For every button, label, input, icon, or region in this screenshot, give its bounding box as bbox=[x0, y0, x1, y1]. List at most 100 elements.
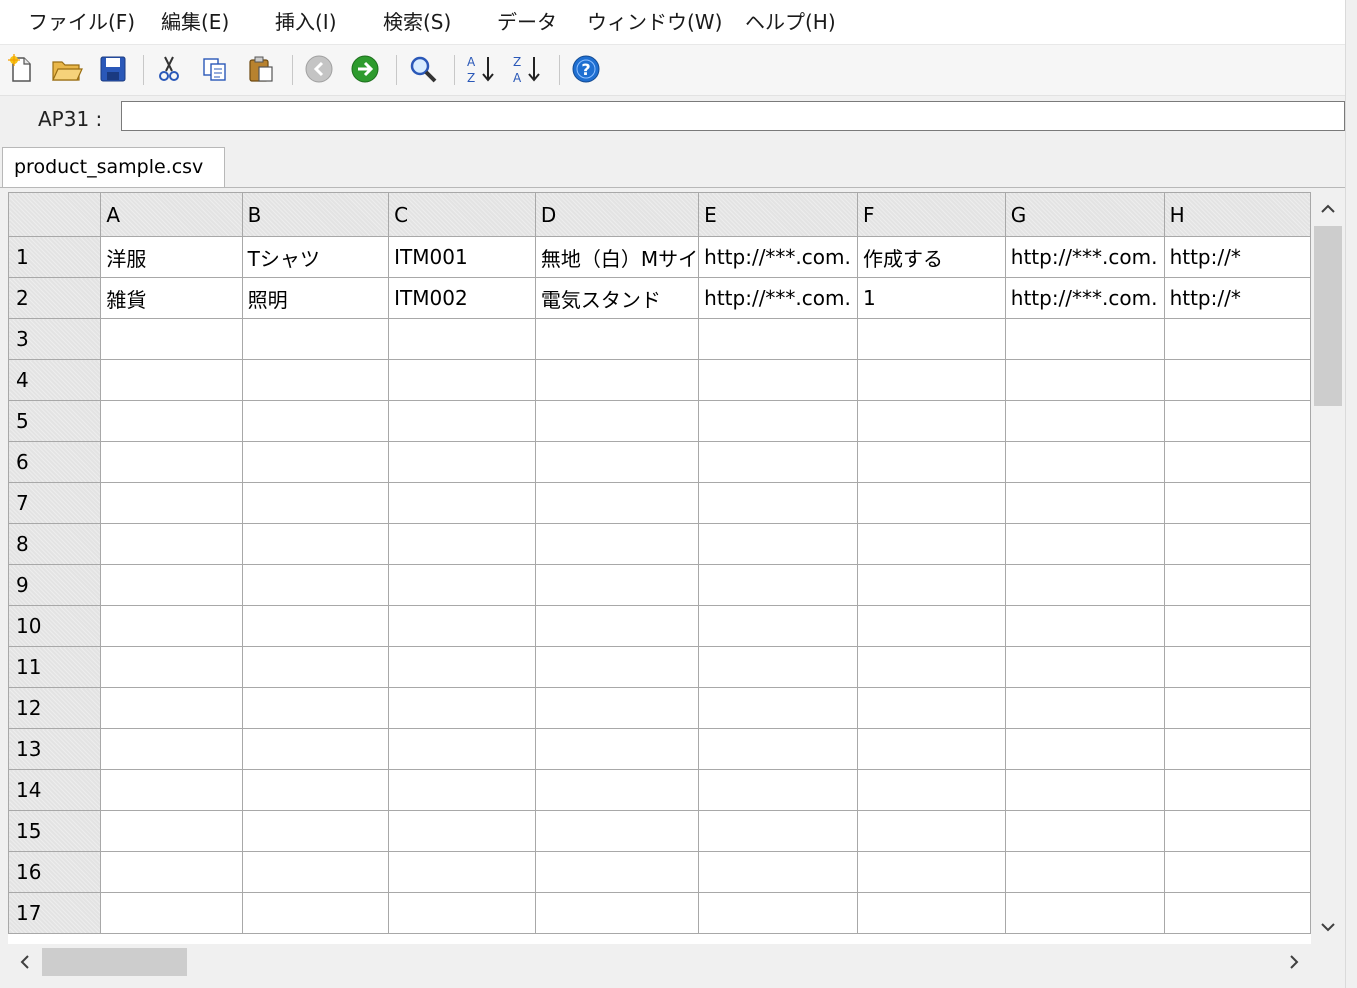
grid-cell[interactable] bbox=[698, 441, 858, 483]
grid-cell[interactable] bbox=[1163, 769, 1311, 811]
grid-cell[interactable] bbox=[534, 564, 700, 606]
grid-cell[interactable] bbox=[856, 318, 1006, 360]
grid-cell[interactable] bbox=[100, 810, 243, 852]
grid-cell[interactable] bbox=[1004, 646, 1165, 688]
grid-cell[interactable] bbox=[388, 523, 536, 565]
grid-cell[interactable]: 雑貨 bbox=[100, 277, 243, 319]
grid-cell[interactable]: http://***.com. bbox=[698, 236, 858, 278]
grid-cell[interactable] bbox=[241, 728, 390, 770]
grid-cell[interactable] bbox=[241, 687, 390, 729]
grid-cell[interactable] bbox=[241, 892, 390, 934]
grid-cell[interactable] bbox=[698, 400, 858, 442]
help-icon[interactable]: ? bbox=[569, 52, 603, 86]
grid-cell[interactable] bbox=[388, 851, 536, 893]
grid-cell[interactable]: Tシャツ bbox=[241, 236, 390, 278]
grid-cell[interactable] bbox=[1004, 769, 1165, 811]
grid-cell[interactable] bbox=[856, 564, 1006, 606]
grid-cell[interactable] bbox=[856, 482, 1006, 524]
row-header[interactable]: 8 bbox=[8, 523, 102, 565]
grid-cell[interactable] bbox=[241, 564, 390, 606]
grid-cell[interactable] bbox=[100, 400, 243, 442]
grid-cell[interactable] bbox=[388, 318, 536, 360]
grid-cell[interactable] bbox=[241, 810, 390, 852]
grid-cell[interactable] bbox=[100, 769, 243, 811]
row-header[interactable]: 15 bbox=[8, 810, 102, 852]
grid-cell[interactable] bbox=[1004, 441, 1165, 483]
grid-cell[interactable] bbox=[698, 728, 858, 770]
grid-cell[interactable] bbox=[388, 769, 536, 811]
grid-cell[interactable] bbox=[1163, 564, 1311, 606]
grid-cell[interactable] bbox=[698, 605, 858, 647]
grid-cell[interactable] bbox=[698, 523, 858, 565]
column-header[interactable]: G bbox=[1004, 192, 1165, 237]
horizontal-scroll-thumb[interactable] bbox=[42, 948, 187, 976]
grid-cell[interactable]: ITM002 bbox=[388, 277, 536, 319]
grid-cell[interactable] bbox=[100, 892, 243, 934]
grid-cell[interactable] bbox=[698, 769, 858, 811]
grid-cell[interactable] bbox=[1004, 318, 1165, 360]
row-header[interactable]: 9 bbox=[8, 564, 102, 606]
row-header[interactable]: 10 bbox=[8, 605, 102, 647]
grid-cell[interactable] bbox=[1004, 605, 1165, 647]
vertical-scrollbar[interactable] bbox=[1312, 192, 1344, 944]
grid-cell[interactable] bbox=[241, 318, 390, 360]
grid-cell[interactable] bbox=[388, 646, 536, 688]
grid-cell[interactable] bbox=[241, 359, 390, 401]
grid-cell[interactable] bbox=[698, 851, 858, 893]
grid-cell[interactable]: http://***.com. bbox=[698, 277, 858, 319]
grid-cell[interactable] bbox=[1163, 892, 1311, 934]
grid-cell[interactable] bbox=[534, 646, 700, 688]
column-header[interactable]: C bbox=[388, 192, 536, 237]
grid-cell[interactable] bbox=[534, 769, 700, 811]
row-header[interactable]: 6 bbox=[8, 441, 102, 483]
column-header[interactable]: D bbox=[534, 192, 700, 237]
grid-cell[interactable] bbox=[100, 646, 243, 688]
grid-cell[interactable]: 洋服 bbox=[100, 236, 243, 278]
row-header[interactable]: 1 bbox=[8, 236, 102, 278]
grid-cell[interactable] bbox=[698, 482, 858, 524]
tab-product-sample[interactable]: product_sample.csv bbox=[2, 147, 225, 187]
grid-cell[interactable] bbox=[856, 523, 1006, 565]
row-header[interactable]: 5 bbox=[8, 400, 102, 442]
column-header[interactable]: B bbox=[241, 192, 390, 237]
grid-cell[interactable] bbox=[856, 769, 1006, 811]
grid-cell[interactable] bbox=[1163, 359, 1311, 401]
grid-cell[interactable] bbox=[1004, 892, 1165, 934]
grid-cell[interactable] bbox=[534, 441, 700, 483]
grid-cell[interactable] bbox=[698, 318, 858, 360]
column-header[interactable]: A bbox=[100, 192, 243, 237]
row-header[interactable]: 12 bbox=[8, 687, 102, 729]
grid-cell[interactable] bbox=[856, 728, 1006, 770]
grid-cell[interactable] bbox=[100, 318, 243, 360]
grid-cell[interactable]: 1 bbox=[856, 277, 1006, 319]
grid-cell[interactable] bbox=[241, 769, 390, 811]
grid-cell[interactable] bbox=[1163, 482, 1311, 524]
grid-cell[interactable] bbox=[1163, 400, 1311, 442]
grid-cell[interactable] bbox=[1163, 523, 1311, 565]
grid-cell[interactable] bbox=[534, 482, 700, 524]
grid-cell[interactable] bbox=[534, 728, 700, 770]
grid-cell[interactable] bbox=[534, 687, 700, 729]
grid-cell[interactable] bbox=[100, 441, 243, 483]
grid-cell[interactable]: 照明 bbox=[241, 277, 390, 319]
scroll-left-icon[interactable] bbox=[8, 946, 42, 978]
copy-icon[interactable] bbox=[198, 52, 232, 86]
scroll-up-icon[interactable] bbox=[1312, 192, 1344, 226]
grid-cell[interactable] bbox=[1004, 400, 1165, 442]
grid-cell[interactable] bbox=[241, 523, 390, 565]
grid-cell[interactable] bbox=[534, 359, 700, 401]
grid-cell[interactable] bbox=[698, 687, 858, 729]
forward-icon[interactable] bbox=[348, 52, 382, 86]
grid-cell[interactable]: ITM001 bbox=[388, 236, 536, 278]
grid-cell[interactable]: 作成する bbox=[856, 236, 1006, 278]
select-all-corner[interactable] bbox=[8, 192, 102, 237]
grid-cell[interactable] bbox=[534, 605, 700, 647]
grid-cell[interactable] bbox=[1004, 564, 1165, 606]
grid-cell[interactable] bbox=[100, 687, 243, 729]
menu-file[interactable]: ファイル(F) bbox=[20, 0, 143, 44]
row-header[interactable]: 17 bbox=[8, 892, 102, 934]
back-icon[interactable] bbox=[302, 52, 336, 86]
grid-cell[interactable] bbox=[856, 810, 1006, 852]
scroll-down-icon[interactable] bbox=[1312, 910, 1344, 944]
sort-ascending-icon[interactable]: AZ bbox=[463, 52, 497, 86]
